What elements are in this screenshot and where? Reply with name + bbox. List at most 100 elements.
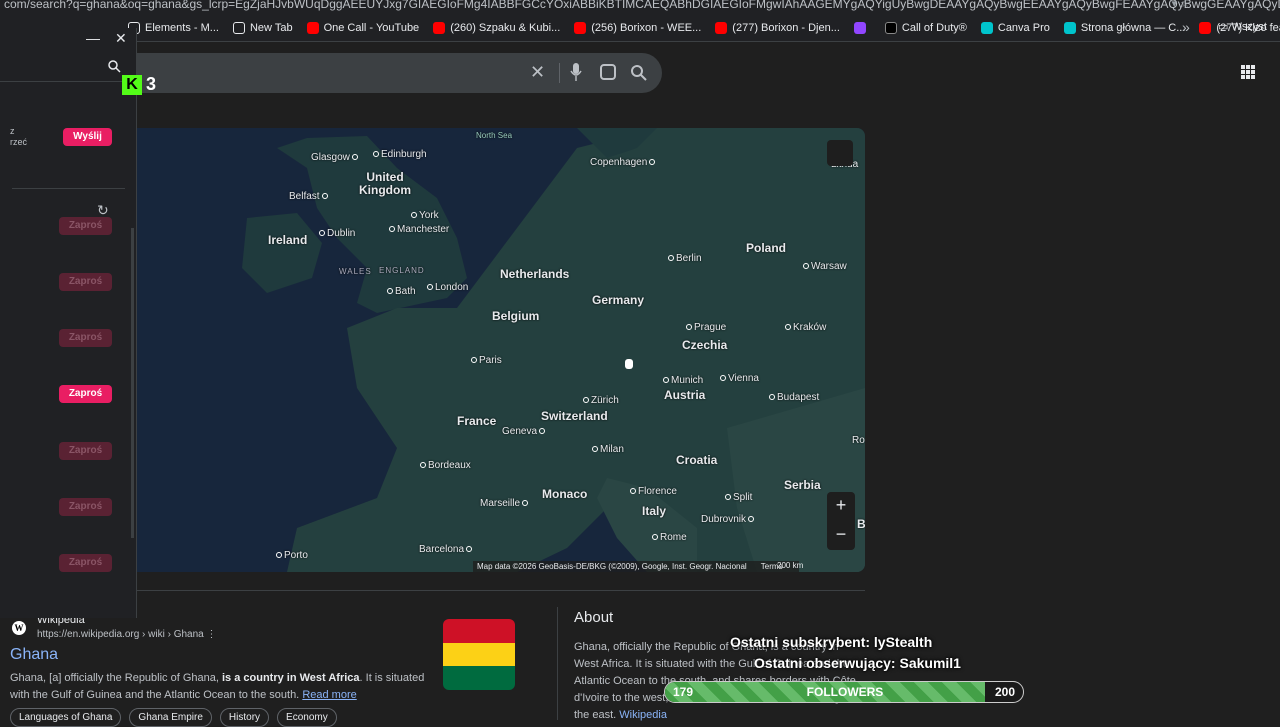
- map-label-florence: Florence: [630, 486, 677, 497]
- bookmarks-bar: Elements - M... New Tab One Call - YouTube…: [0, 14, 1280, 42]
- about-wikipedia-link[interactable]: Wikipedia: [619, 709, 667, 721]
- address-bar[interactable]: com/search?q=ghana&oq=ghana&gs_lcrp=EgZj…: [0, 0, 1280, 14]
- bookmark-item[interactable]: Call of Duty®: [884, 21, 967, 34]
- invite-button[interactable]: Zaproś: [59, 442, 112, 460]
- panel-scrollbar[interactable]: [131, 228, 134, 538]
- map-label-czechia: Czechia: [682, 338, 728, 352]
- invite-button[interactable]: Zaproś: [59, 385, 112, 403]
- bookmark-label: (277) Borixon - Djen...: [732, 21, 840, 34]
- send-button[interactable]: Wyślij: [63, 128, 112, 146]
- map-label-monaco: Monaco: [542, 487, 588, 501]
- map-label-poland: Poland: [746, 241, 787, 255]
- map-label-manchester: Manchester: [389, 224, 449, 235]
- map-label-b: B: [857, 517, 865, 531]
- map-label-united-kingdom: United Kingdom: [359, 170, 411, 197]
- map-zoom-out-button[interactable]: −: [827, 521, 855, 550]
- map-fullscreen-button[interactable]: [827, 140, 853, 166]
- invite-button[interactable]: Zaproś: [59, 217, 112, 235]
- map-zoom-in-button[interactable]: +: [827, 492, 855, 521]
- map-label-dubrovnik: Dubrovnik: [701, 514, 754, 525]
- map-label-england: ENGLAND: [379, 266, 425, 275]
- search-divider: [559, 63, 560, 83]
- map-label-austria: Austria: [664, 388, 706, 402]
- kick-count: 3: [146, 74, 157, 94]
- followers-goal-bar: 179 FOLLOWERS 200: [664, 681, 1024, 703]
- close-icon[interactable]: ✕: [115, 30, 127, 47]
- map-label-marseille: Marseille: [480, 498, 528, 509]
- about-heading: About: [574, 609, 614, 626]
- section-divider: [137, 590, 865, 591]
- bookmark-item[interactable]: (277) Borixon - Djen...: [715, 21, 840, 34]
- map-scale: 200 km: [777, 561, 804, 570]
- bookmark-label: Call of Duty®: [901, 21, 967, 34]
- address-bar-icons: ▾ ☆: [1171, 0, 1190, 10]
- minimize-icon[interactable]: —: [86, 30, 100, 46]
- map-label-milan: Milan: [592, 444, 624, 455]
- invite-button[interactable]: Zaproś: [59, 273, 112, 291]
- map-view[interactable]: North Sea Glasgow Edinburgh United Kingd…: [137, 128, 865, 572]
- bookmark-item[interactable]: New Tab: [232, 21, 293, 34]
- bookmark-label: One Call - YouTube: [323, 21, 420, 34]
- result-url[interactable]: https://en.wikipedia.org › wiki › Ghana …: [37, 629, 217, 640]
- panel-search[interactable]: [0, 52, 125, 82]
- map-label-croatia: Croatia: [676, 453, 718, 467]
- map-label-copenhagen: Copenhagen: [590, 157, 655, 168]
- map-label-edinburgh: Edinburgh: [373, 149, 427, 160]
- wikipedia-icon: W: [12, 621, 26, 635]
- google-apps-icon[interactable]: [1241, 65, 1255, 79]
- globe-icon: [232, 21, 245, 34]
- map-label-ro: Ro: [852, 435, 865, 446]
- bookmark-item[interactable]: One Call - YouTube: [306, 21, 420, 34]
- mouse-cursor: [625, 359, 633, 369]
- result-title-link[interactable]: Ghana: [10, 646, 58, 664]
- map-label-netherlands: Netherlands: [500, 267, 570, 281]
- chip-economy[interactable]: Economy: [277, 708, 337, 727]
- chip-history[interactable]: History: [219, 708, 270, 727]
- clear-search-icon[interactable]: ✕: [530, 62, 545, 83]
- panel-search-icon[interactable]: [108, 60, 121, 73]
- canva-icon: [1063, 21, 1076, 34]
- bookmark-item[interactable]: Canva Pro: [980, 21, 1050, 34]
- search-icon[interactable]: [630, 64, 648, 82]
- bookmarks-more-button[interactable]: »: [1182, 19, 1190, 35]
- bookmark-label: Strona główna — C...: [1080, 21, 1186, 34]
- invite-button[interactable]: Zaproś: [59, 498, 112, 516]
- followers-goal: 200: [994, 685, 1015, 699]
- chip-languages[interactable]: Languages of Ghana: [10, 708, 122, 727]
- map-label-belgium: Belgium: [492, 309, 540, 323]
- lens-search-icon[interactable]: [600, 64, 616, 80]
- map-label-budapest: Budapest: [769, 392, 819, 403]
- ghana-flag-image[interactable]: ★: [443, 619, 515, 690]
- read-more-link[interactable]: Read more: [302, 689, 356, 701]
- bookmark-item[interactable]: [853, 21, 871, 34]
- map-label-dublin: Dublin: [319, 228, 355, 239]
- twitch-icon: [853, 21, 866, 34]
- bookmark-item[interactable]: (260) Szpaku & Kubi...: [433, 21, 560, 34]
- youtube-icon: [1199, 21, 1212, 34]
- map-label-italy: Italy: [642, 504, 667, 518]
- youtube-icon: [306, 21, 319, 34]
- map-label-berlin: Berlin: [668, 253, 702, 264]
- chip-empire[interactable]: Ghana Empire: [129, 708, 212, 727]
- bookmark-item[interactable]: Elements - M...: [128, 21, 219, 34]
- map-label-bordeaux: Bordeaux: [420, 460, 471, 471]
- bookmark-item[interactable]: (256) Borixon - WEE...: [574, 21, 701, 34]
- bookmarks-folder-all[interactable]: ▭ Wszyst: [1218, 20, 1267, 33]
- map-label-porto: Porto: [276, 550, 308, 561]
- invite-button[interactable]: Zaproś: [59, 329, 112, 347]
- map-label-north-sea: North Sea: [476, 131, 513, 140]
- bookmark-label: Elements - M...: [145, 21, 219, 34]
- invite-button[interactable]: Zaproś: [59, 554, 112, 572]
- panel-row-text: z rzeć: [10, 126, 28, 147]
- result-menu-icon[interactable]: ⋮: [207, 629, 217, 640]
- result-chips: Languages of Ghana Ghana Empire History …: [10, 708, 337, 727]
- voice-search-icon[interactable]: [570, 63, 582, 81]
- map-label-geneva: Geneva: [502, 426, 545, 437]
- bookmark-label: Canva Pro: [997, 21, 1050, 34]
- bookmark-label: New Tab: [249, 21, 293, 34]
- search-box[interactable]: ✕: [100, 53, 662, 93]
- address-url: com/search?q=ghana&oq=ghana&gs_lcrp=EgZj…: [4, 0, 1280, 11]
- bookmark-item[interactable]: Strona główna — C...: [1063, 21, 1186, 34]
- snippet-bold: is a country in West Africa: [221, 672, 360, 684]
- map-attribution-text: Map data ©2026 GeoBasis-DE/BKG (©2009), …: [477, 562, 747, 571]
